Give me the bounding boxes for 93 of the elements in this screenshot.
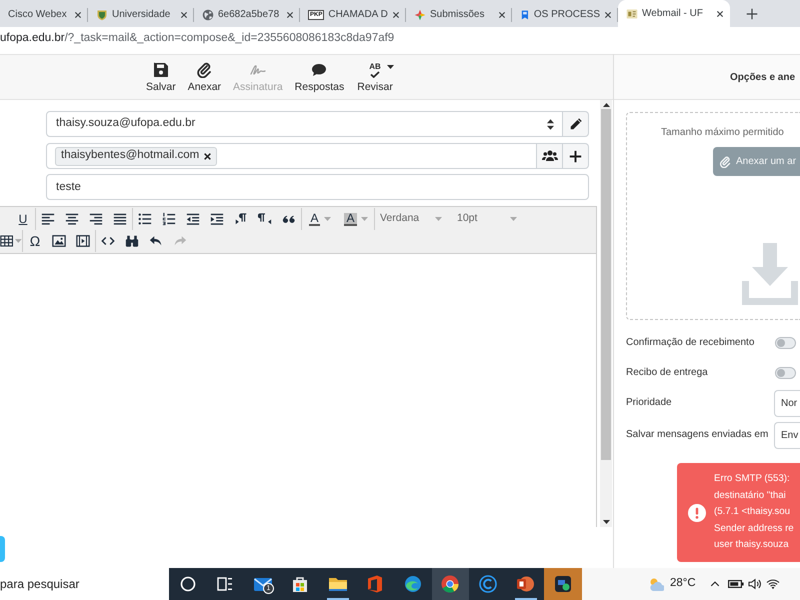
- close-icon[interactable]: [392, 10, 400, 18]
- caret-icon: [510, 217, 517, 221]
- close-icon[interactable]: [286, 10, 294, 18]
- toggle-switch[interactable]: [775, 337, 796, 349]
- browser-tab[interactable]: Universidade: [88, 2, 194, 27]
- right-to-left-icon: [258, 212, 272, 226]
- close-icon[interactable]: [604, 10, 612, 18]
- ring-icon: [178, 574, 198, 594]
- toggle-switch[interactable]: [775, 367, 796, 379]
- responses-button[interactable]: Respostas: [292, 61, 348, 93]
- align-center-icon: [65, 212, 79, 226]
- indent-icon: [210, 212, 224, 226]
- code-icon: [101, 234, 115, 248]
- binoculars-icon: [125, 234, 139, 248]
- panel-title: Opções e ane: [730, 70, 796, 84]
- plus-icon: [569, 150, 582, 162]
- film-icon: [76, 234, 90, 248]
- pencil-icon: [568, 117, 582, 131]
- bookmark-icon: [520, 8, 530, 20]
- dropdown-select[interactable]: 10pt: [450, 208, 525, 230]
- add-button[interactable]: [563, 143, 589, 169]
- browser-tab[interactable]: Webmail - UF: [618, 0, 730, 27]
- subject-field[interactable]: teste: [46, 174, 589, 200]
- app-tile-icon: [552, 574, 573, 594]
- option-label: Salvar mensagens enviadas em: [626, 428, 770, 442]
- dropdown-select[interactable]: Env: [774, 422, 800, 449]
- exclamation-icon: [688, 504, 706, 522]
- wifi-icon[interactable]: [766, 578, 780, 590]
- error-message: Erro SMTP (553): destinatário "thai (5.7.1 <thaisy.sou Sender address re user thaisy.souza: [714, 472, 794, 552]
- align-right-icon: [89, 212, 103, 226]
- color-wheel-icon: [440, 574, 460, 594]
- drop-zone[interactable]: Tamanho máximo permitido Anexar um ar: [626, 112, 800, 320]
- download-icon: [742, 243, 798, 305]
- swirl-icon: [402, 574, 423, 594]
- recipient-field[interactable]: thaisybentes@hotmail.com: [46, 143, 537, 169]
- volume-icon[interactable]: [748, 578, 762, 590]
- close-icon[interactable]: [180, 10, 188, 18]
- scroll-up-icon[interactable]: [602, 103, 610, 107]
- table-icon: [0, 234, 14, 248]
- option-label: Confirmação de recebimento: [626, 336, 756, 350]
- outdent-icon: [186, 212, 200, 226]
- taskbar-button[interactable]: [432, 568, 469, 600]
- globe-icon: [202, 8, 214, 20]
- special-character-button[interactable]: Ω: [23, 230, 47, 252]
- bullet-list-icon: [138, 212, 152, 226]
- dropdown-select[interactable]: Nor: [774, 390, 800, 416]
- picture-tile-icon: [626, 8, 638, 20]
- size-limit-text: Tamanho máximo permitido: [661, 126, 784, 140]
- speech-bubble-icon: [311, 62, 328, 78]
- browser-tab[interactable]: OS PROCESS: [512, 2, 618, 27]
- option-label: Recibo de entrega: [626, 366, 709, 380]
- option-label: Prioridade: [626, 396, 673, 410]
- temperature-text[interactable]: 28°C: [670, 575, 696, 593]
- align-left-icon: [41, 212, 55, 226]
- attach-button[interactable]: Anexar: [184, 61, 224, 93]
- ring-logo-icon: [478, 574, 498, 594]
- recipient-chip[interactable]: thaisybentes@hotmail.com: [55, 146, 218, 166]
- sender-select[interactable]: thaisy.souza@ufopa.edu.br: [46, 111, 563, 137]
- paperclip-icon: [719, 156, 731, 168]
- close-icon[interactable]: [716, 10, 724, 18]
- pinwheel-icon: [414, 8, 426, 20]
- text-color-button[interactable]: A: [302, 208, 338, 230]
- save-button[interactable]: Salvar: [143, 61, 179, 93]
- caret-icon: [435, 217, 442, 221]
- browser-tab[interactable]: Submissões: [406, 2, 512, 27]
- chevron-up-icon[interactable]: [710, 579, 720, 589]
- taskbar-button[interactable]: [544, 568, 582, 600]
- numbered-list-icon: [162, 212, 176, 226]
- people-icon: [542, 149, 558, 163]
- paperclip-icon: [196, 62, 212, 78]
- address-bar[interactable]: ufopa.edu.br/?_task=mail&_action=compose&_id=2355608086183c8da97af9: [0, 27, 800, 50]
- shield-icon: [96, 8, 108, 20]
- image-icon: [52, 234, 66, 248]
- spellcheck-button[interactable]: AB Revisar: [353, 61, 397, 93]
- browser-tab[interactable]: Cisco Webex: [0, 2, 88, 27]
- battery-icon[interactable]: [728, 578, 744, 590]
- dropdown-select[interactable]: Verdana: [375, 208, 450, 230]
- browser-tab[interactable]: 6e682a5be78: [194, 2, 300, 27]
- underline-button[interactable]: U: [11, 208, 35, 230]
- edit-button[interactable]: [563, 111, 589, 137]
- close-icon[interactable]: [74, 10, 82, 18]
- scrollbar-thumb[interactable]: [601, 109, 611, 460]
- scroll-down-icon[interactable]: [602, 520, 610, 524]
- contacts-button[interactable]: [537, 143, 563, 169]
- scrollbar[interactable]: [600, 100, 612, 527]
- presentation-icon: [515, 574, 536, 594]
- justify-icon: [113, 212, 127, 226]
- remove-icon[interactable]: [203, 152, 212, 160]
- plus-icon[interactable]: [746, 8, 758, 20]
- close-icon[interactable]: [498, 10, 506, 18]
- highlight-color-button[interactable]: A: [338, 208, 374, 230]
- left-to-right-icon: [234, 212, 248, 226]
- sort-arrows-icon: [547, 118, 554, 130]
